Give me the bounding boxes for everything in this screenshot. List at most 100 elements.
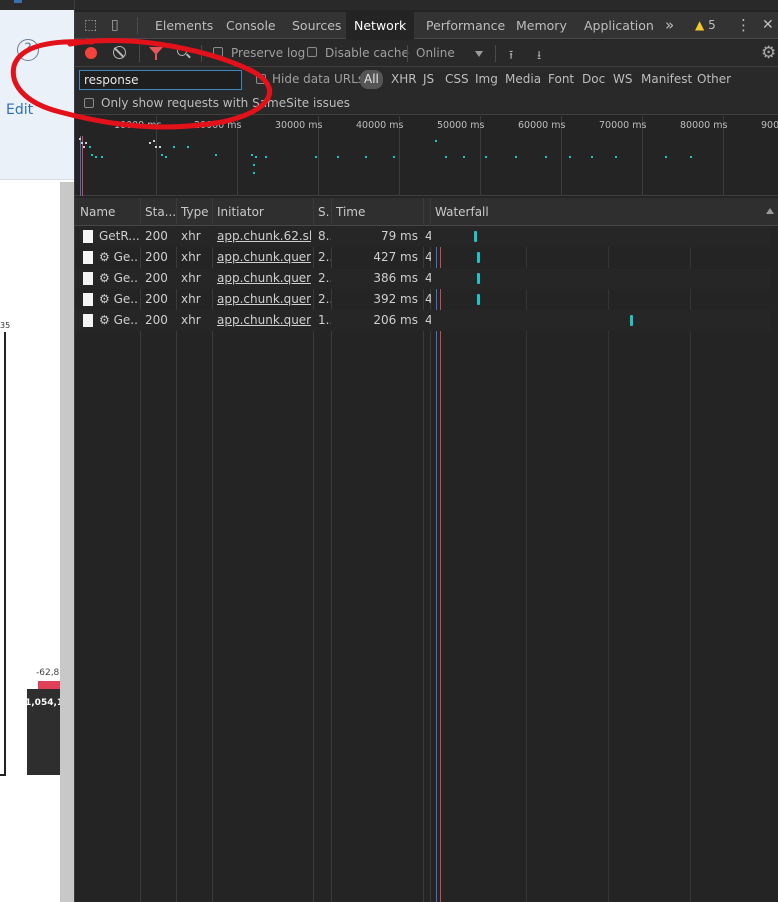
- file-icon: [83, 272, 93, 285]
- cell-overflow: 4: [425, 229, 431, 243]
- file-icon: [83, 293, 93, 306]
- page-scrollbar[interactable]: [60, 182, 74, 902]
- cell-type: xhr: [181, 292, 201, 306]
- cell-time: 79 ms: [380, 229, 418, 243]
- hide-data-urls-checkbox[interactable]: [256, 74, 266, 84]
- tab-network[interactable]: Network: [346, 12, 415, 39]
- type-filter-all[interactable]: All: [360, 70, 383, 89]
- throttling-select[interactable]: Online: [416, 46, 455, 60]
- file-icon: [83, 314, 93, 327]
- column-header-name[interactable]: Name: [80, 198, 140, 226]
- more-tabs-icon[interactable]: »: [665, 12, 674, 39]
- web-page: ? Edit 35 -62,83 1,054,16: [0, 0, 74, 902]
- tab-memory[interactable]: Memory: [516, 12, 567, 39]
- column-header-initiator[interactable]: Initiator: [217, 198, 312, 226]
- tab-application[interactable]: Application: [584, 12, 654, 39]
- cell-name[interactable]: ⚙ Ge...: [99, 247, 139, 268]
- type-filter-other[interactable]: Other: [697, 70, 731, 89]
- devtools-top-strip: [75, 0, 778, 10]
- cell-status: 200: [145, 229, 168, 243]
- network-overview[interactable]: 10000 ms 20000 ms 30000 ms 40000 ms 5000…: [75, 116, 778, 196]
- table-row[interactable]: ⚙ Ge... 200 xhr app.chunk.quer... 2.. 38…: [75, 268, 771, 289]
- overview-request-dot: [485, 156, 487, 158]
- filter-input[interactable]: [79, 70, 242, 90]
- cell-overflow: 4: [425, 271, 431, 285]
- cell-status: 200: [145, 292, 168, 306]
- column-header-time[interactable]: Time: [336, 198, 416, 226]
- tab-console[interactable]: Console: [226, 12, 276, 39]
- cell-initiator[interactable]: app.chunk.62.sli...: [217, 226, 311, 247]
- type-filter-font[interactable]: Font: [548, 70, 574, 89]
- clear-icon[interactable]: [113, 46, 126, 59]
- close-devtools-icon[interactable]: ✕: [762, 12, 774, 39]
- preserve-log-label: Preserve log: [231, 46, 306, 60]
- search-icon[interactable]: [177, 46, 187, 56]
- overview-tick: 40000 ms: [356, 120, 404, 131]
- type-filter-js[interactable]: JS: [423, 70, 434, 89]
- column-header-type[interactable]: Type: [181, 198, 213, 226]
- waterfall-bar[interactable]: [474, 231, 477, 242]
- sort-arrow-icon[interactable]: [766, 208, 774, 214]
- type-filter-img[interactable]: Img: [475, 70, 498, 89]
- overview-load-marker: [82, 136, 83, 196]
- samesite-checkbox[interactable]: [84, 98, 94, 108]
- cell-initiator[interactable]: app.chunk.quer...: [217, 268, 311, 289]
- chevron-down-icon[interactable]: [475, 51, 483, 57]
- cell-initiator[interactable]: app.chunk.quer...: [217, 310, 311, 331]
- column-header-waterfall[interactable]: Waterfall: [435, 198, 535, 226]
- device-toolbar-icon[interactable]: ▯: [111, 17, 119, 33]
- table-row[interactable]: ⚙ Ge... 200 xhr app.chunk.quer... 2.. 42…: [75, 247, 771, 268]
- cell-name[interactable]: GetR...: [99, 226, 139, 247]
- toolbar-separator: [407, 45, 408, 62]
- waterfall-bar[interactable]: [477, 294, 480, 305]
- type-filter-xhr[interactable]: XHR: [391, 70, 417, 89]
- overview-request-dot: [665, 156, 667, 158]
- tab-elements[interactable]: Elements: [155, 12, 213, 39]
- cell-name[interactable]: ⚙ Ge...: [99, 310, 139, 331]
- overview-request-dot: [435, 140, 437, 142]
- record-icon[interactable]: [85, 47, 97, 59]
- overview-request-dot: [89, 146, 91, 148]
- preserve-log-checkbox[interactable]: [213, 47, 223, 57]
- type-filter-doc[interactable]: Doc: [582, 70, 605, 89]
- column-header-size[interactable]: S.: [318, 198, 332, 226]
- tab-performance[interactable]: Performance: [426, 12, 505, 39]
- table-row[interactable]: ⚙ Ge... 200 xhr app.chunk.quer... 2.. 39…: [75, 289, 771, 310]
- gear-icon[interactable]: ⚙: [761, 43, 776, 63]
- type-filter-manifest[interactable]: Manifest: [641, 70, 692, 89]
- waterfall-bar[interactable]: [630, 315, 633, 326]
- cell-size: 1..: [318, 313, 331, 327]
- help-icon[interactable]: ?: [17, 39, 39, 61]
- cell-initiator[interactable]: app.chunk.quer...: [217, 247, 311, 268]
- cell-name[interactable]: ⚙ Ge...: [99, 268, 139, 289]
- tab-sources[interactable]: Sources: [292, 12, 341, 39]
- requests-table: Name Sta... Type Initiator S. Time Water…: [75, 198, 778, 902]
- cell-type: xhr: [181, 250, 201, 264]
- warnings-badge[interactable]: ▲ 5: [695, 18, 716, 32]
- table-row[interactable]: ⚙ Ge... 200 xhr app.chunk.quer... 1.. 20…: [75, 310, 771, 331]
- type-filter-ws[interactable]: WS: [613, 70, 632, 89]
- cell-name[interactable]: ⚙ Ge...: [99, 289, 139, 310]
- overview-request-dot: [253, 164, 255, 166]
- chart-frame: [0, 332, 6, 776]
- cell-initiator[interactable]: app.chunk.quer...: [217, 289, 311, 310]
- screen: ? Edit 35 -62,83 1,054,16 ⬚ ▯ Elements C…: [0, 0, 778, 902]
- type-filter-css[interactable]: CSS: [445, 70, 469, 89]
- import-har-icon[interactable]: ⭱: [509, 46, 513, 67]
- waterfall-bar[interactable]: [477, 252, 480, 263]
- cell-status: 200: [145, 250, 168, 264]
- table-row[interactable]: GetR... 200 xhr app.chunk.62.sli... 8.. …: [75, 226, 771, 247]
- type-filter-media[interactable]: Media: [505, 70, 541, 89]
- disable-cache-checkbox[interactable]: [307, 47, 317, 57]
- overview-request-dot: [161, 154, 163, 156]
- inspect-element-icon[interactable]: ⬚: [84, 17, 97, 33]
- column-header-status[interactable]: Sta...: [145, 198, 177, 226]
- edit-link[interactable]: Edit: [6, 102, 33, 118]
- waterfall-bar[interactable]: [477, 273, 480, 284]
- table-header: Name Sta... Type Initiator S. Time Water…: [75, 198, 778, 226]
- export-har-icon[interactable]: ⭳: [537, 46, 541, 67]
- kebab-menu-icon[interactable]: ⋮: [736, 12, 751, 39]
- overview-tick: 9000: [761, 120, 778, 131]
- overview-request-dot: [251, 154, 253, 156]
- filter-icon[interactable]: [149, 47, 163, 60]
